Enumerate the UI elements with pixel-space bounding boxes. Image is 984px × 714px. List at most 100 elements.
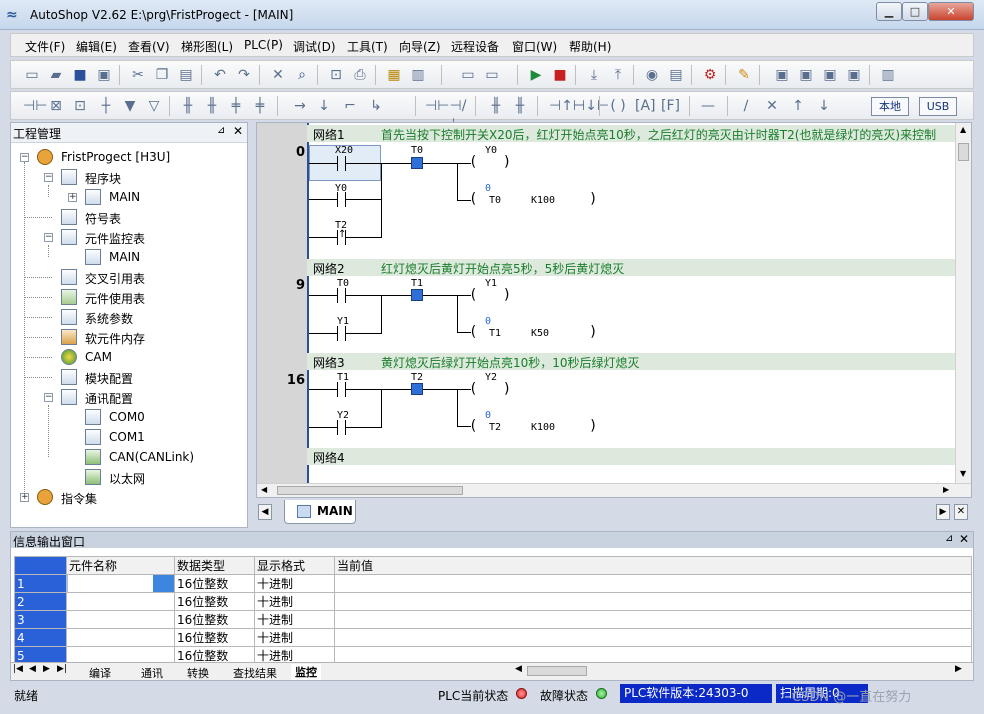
close-button[interactable]: ✕ bbox=[928, 2, 974, 21]
hline-icon[interactable]: ┼ bbox=[97, 97, 115, 115]
type-cell[interactable]: 16位整数 bbox=[174, 610, 255, 629]
tree-sysparam[interactable]: 系统参数 bbox=[85, 310, 133, 327]
parallel-no-icon[interactable]: ╫ bbox=[487, 97, 505, 115]
hscroll-right-icon[interactable]: ▶ bbox=[955, 664, 962, 674]
nc-contact-icon[interactable]: ⊣/⊢ bbox=[449, 97, 467, 132]
tool-c-icon[interactable]: ▣ bbox=[821, 66, 839, 84]
timer-coil[interactable]: ( bbox=[469, 418, 477, 434]
format-cell[interactable]: 十进制 bbox=[254, 574, 335, 593]
tab-prev-icon[interactable]: ◀ bbox=[258, 504, 272, 520]
line-icon[interactable]: — bbox=[699, 97, 717, 115]
delete-icon[interactable]: ✕ bbox=[269, 66, 287, 84]
close-panel-icon[interactable]: ✕ bbox=[233, 124, 243, 138]
up-icon[interactable]: ↑ bbox=[789, 97, 807, 115]
first-tab-icon[interactable]: |◀ bbox=[13, 664, 23, 674]
contact-active[interactable] bbox=[411, 383, 423, 395]
timer-coil[interactable]: ( bbox=[469, 324, 477, 340]
expand-main-icon[interactable]: + bbox=[68, 193, 77, 202]
type-cell[interactable]: 16位整数 bbox=[174, 592, 255, 611]
name-cell[interactable] bbox=[66, 628, 175, 647]
down-icon[interactable]: ↓ bbox=[815, 97, 833, 115]
minimize-button[interactable]: ▁ bbox=[876, 2, 902, 21]
menu-remote[interactable]: 远程设备 bbox=[451, 38, 499, 55]
tree-root[interactable]: FristProgect [H3U] bbox=[61, 150, 170, 164]
menu-tools[interactable]: 工具(T) bbox=[347, 38, 388, 55]
menu-debug[interactable]: 调试(D) bbox=[293, 38, 336, 55]
table-row[interactable]: 1 16位整数 十进制 bbox=[14, 574, 972, 593]
fall-edge-icon[interactable]: ⊣↓⊢ bbox=[573, 97, 609, 115]
info-pin-icon[interactable]: ⊿ bbox=[945, 533, 953, 544]
table-row[interactable]: 2 16位整数 十进制 bbox=[14, 592, 972, 611]
horizontal-line-icon[interactable]: → bbox=[291, 97, 309, 115]
scroll-right-icon[interactable]: ▶ bbox=[943, 485, 949, 494]
scroll-up-icon[interactable]: ▲ bbox=[960, 125, 966, 134]
upload-icon[interactable]: ⤒ bbox=[609, 66, 627, 84]
scroll-left-icon[interactable]: ◀ bbox=[261, 485, 267, 494]
tab-next-icon[interactable]: ▶ bbox=[936, 504, 950, 520]
contact-active[interactable] bbox=[411, 157, 423, 169]
table-row[interactable]: 3 16位整数 十进制 bbox=[14, 610, 972, 629]
bend-down-icon[interactable]: ↳ bbox=[367, 97, 385, 115]
collapse-program-icon[interactable]: − bbox=[44, 173, 53, 182]
coil[interactable]: ( ) bbox=[469, 154, 511, 170]
contact-s-icon[interactable]: ⊡ bbox=[71, 97, 89, 115]
scroll-thumb[interactable] bbox=[958, 143, 969, 161]
scroll-down-icon[interactable]: ▼ bbox=[960, 469, 966, 478]
save-all-icon[interactable]: ▣ bbox=[95, 66, 113, 84]
tab-monitor[interactable]: 监控 bbox=[291, 664, 321, 680]
tree-symbols[interactable]: 符号表 bbox=[85, 210, 121, 227]
func-a-icon[interactable]: [A] bbox=[635, 97, 656, 115]
window-layout-icon[interactable]: ▥ bbox=[409, 66, 427, 84]
value-cell[interactable] bbox=[334, 628, 972, 647]
tree-usage[interactable]: 元件使用表 bbox=[85, 290, 145, 307]
tree-com1[interactable]: COM1 bbox=[109, 430, 145, 444]
stop-icon[interactable]: ■ bbox=[551, 66, 569, 84]
info-close-icon[interactable]: ✕ bbox=[959, 532, 969, 546]
format-cell[interactable]: 十进制 bbox=[254, 592, 335, 611]
menu-help[interactable]: 帮助(H) bbox=[569, 38, 611, 55]
tree-comm[interactable]: 通讯配置 bbox=[85, 390, 133, 407]
menu-view[interactable]: 查看(V) bbox=[128, 38, 170, 55]
next-tab-icon[interactable]: ▶ bbox=[43, 664, 50, 674]
print-icon[interactable]: ⎙ bbox=[351, 66, 369, 84]
tree-memory[interactable]: 软元件内存 bbox=[85, 330, 145, 347]
contact-no-icon[interactable]: ⊣⊢ bbox=[23, 97, 47, 115]
menu-file[interactable]: 文件(F) bbox=[25, 38, 65, 55]
value-cell[interactable] bbox=[334, 610, 972, 629]
hscroll-left-icon[interactable]: ◀ bbox=[515, 664, 522, 674]
vertical-line-icon[interactable]: ↓ bbox=[315, 97, 333, 115]
value-cell[interactable] bbox=[334, 592, 972, 611]
cut-icon[interactable]: ✂ bbox=[129, 66, 147, 84]
branch-a-icon[interactable]: ╫ bbox=[179, 97, 197, 115]
tree-monitor-main[interactable]: MAIN bbox=[109, 250, 140, 264]
copy-icon[interactable]: ❐ bbox=[153, 66, 171, 84]
local-button[interactable]: 本地 bbox=[871, 97, 909, 116]
tree-main[interactable]: MAIN bbox=[109, 190, 140, 204]
down-arrow-icon[interactable]: ▼ bbox=[121, 97, 139, 115]
tree-can[interactable]: CAN(CANLink) bbox=[109, 450, 194, 464]
tree-ethernet[interactable]: 以太网 bbox=[109, 470, 145, 487]
parallel-nc-icon[interactable]: ╫ bbox=[511, 97, 529, 115]
tab-find-results[interactable]: 查找结果 bbox=[233, 665, 277, 681]
timer-coil[interactable]: ( bbox=[469, 191, 477, 207]
coil[interactable]: ( ) bbox=[469, 381, 511, 397]
redo-icon[interactable]: ↷ bbox=[235, 66, 253, 84]
tool-b-icon[interactable]: ▣ bbox=[797, 66, 815, 84]
tool-d-icon[interactable]: ▣ bbox=[845, 66, 863, 84]
tab-convert[interactable]: 转换 bbox=[187, 665, 209, 681]
open-icon[interactable]: ▰ bbox=[47, 66, 65, 84]
coil[interactable]: ( ) bbox=[469, 287, 511, 303]
hscroll-thumb[interactable] bbox=[277, 486, 463, 495]
print-preview-icon[interactable]: ⊡ bbox=[327, 66, 345, 84]
tab-close-icon[interactable]: ✕ bbox=[954, 504, 968, 520]
settings-icon[interactable]: ⚙ bbox=[701, 66, 719, 84]
monitor-icon[interactable]: ◉ bbox=[643, 66, 661, 84]
menu-wizard[interactable]: 向导(Z) bbox=[399, 38, 441, 55]
no-contact-icon[interactable]: ⊣⊢ bbox=[425, 97, 449, 115]
menu-edit[interactable]: 编辑(E) bbox=[76, 38, 117, 55]
new-icon[interactable]: ▭ bbox=[23, 66, 41, 84]
tool-a-icon[interactable]: ▣ bbox=[773, 66, 791, 84]
format-cell[interactable]: 十进制 bbox=[254, 610, 335, 629]
tree-monitor[interactable]: 元件监控表 bbox=[85, 230, 145, 247]
collapse-root-icon[interactable]: − bbox=[20, 153, 29, 162]
